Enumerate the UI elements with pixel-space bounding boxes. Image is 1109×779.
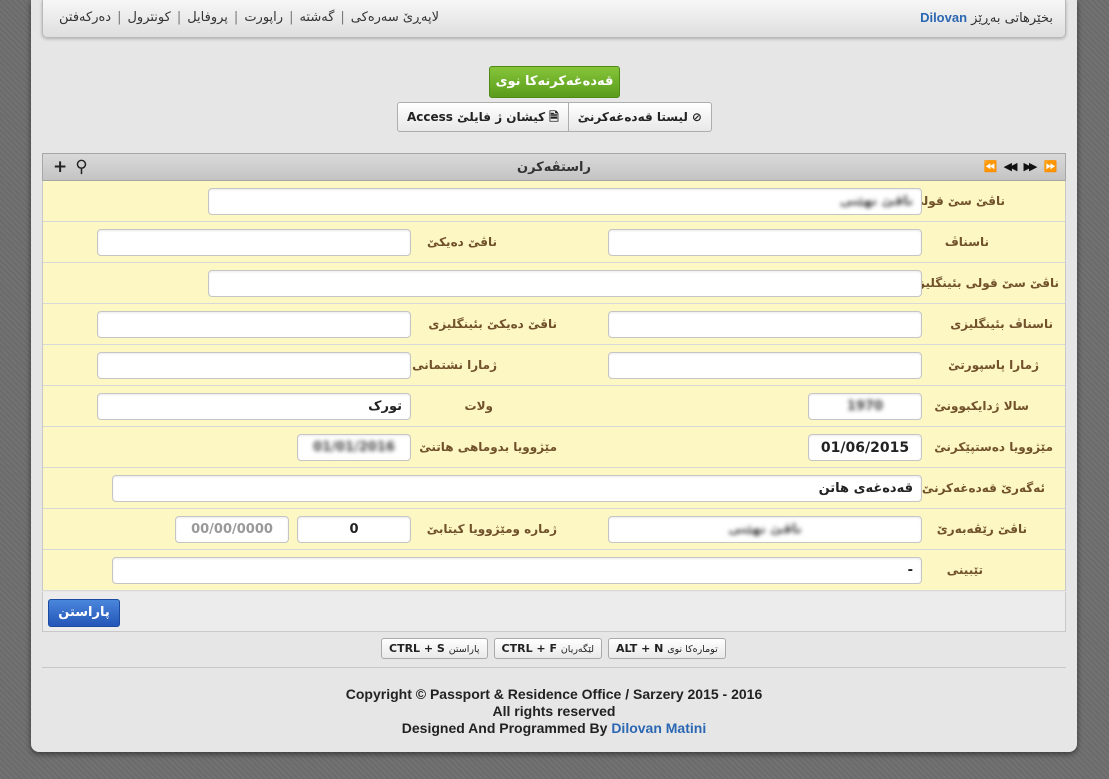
ban-list-label: لیستا قەدەغەکرنێ <box>577 110 688 124</box>
shortcut-list: تومارەکا نوی ALT + N لێگەریان CTRL + F پ… <box>381 638 726 659</box>
nickname-label: ناسناڤ <box>944 235 989 249</box>
nav-profile[interactable]: پروفایل <box>183 10 232 25</box>
shortcut-new: تومارەکا نوی ALT + N <box>608 638 726 659</box>
shortcut-desc: لێگەریان <box>560 644 595 655</box>
shortcut-keys: CTRL + S <box>389 642 445 655</box>
save-bar: پاراستن <box>42 592 1066 632</box>
full-name-label: ناڤێ سێ قولی <box>911 194 1005 208</box>
birth-year-label: سالا ژدایکبوونێ <box>934 399 1029 413</box>
nickname-input[interactable] <box>608 229 922 256</box>
form-title: راستڤەکرن <box>516 160 591 175</box>
form-row: ئەگەرێ قەدەغەکرنێ قەدەغەی هاتن <box>43 468 1065 509</box>
nav-home[interactable]: لاپەڕێ سەرەکی <box>347 10 443 25</box>
id-no-input[interactable] <box>97 352 411 379</box>
nav-separator: | <box>289 10 294 25</box>
edit-form-header: + ⚲ راستڤەکرن ⏪ ◀◀ ▶▶ ⏩ <box>42 153 1066 181</box>
passport-no-label: ژمارا پاسپورتێ <box>948 358 1039 372</box>
page-container: بخێرهاتی بەڕێز Dilovan لاپەڕێ سەرەکی | گ… <box>31 0 1077 752</box>
nickname-en-input[interactable] <box>608 311 922 338</box>
ban-list-button[interactable]: ⊘ لیستا قەدەغەکرنێ <box>567 103 711 131</box>
form-row: ژمارا پاسپورتێ ژمارا نشتمانی <box>43 345 1065 386</box>
full-name-en-input[interactable] <box>208 270 922 297</box>
shortcut-desc: تومارەکا نوی <box>667 644 718 655</box>
nav-travel[interactable]: گەشتە <box>295 10 338 25</box>
shortcut-save: پاراستن CTRL + S <box>381 638 488 659</box>
letter-label: ژمارە ومێژوویا کیتابێ <box>426 522 557 536</box>
ban-reason-label: ئەگەرێ قەدەغەکرنێ <box>921 481 1045 495</box>
shortcut-search: لێگەریان CTRL + F <box>493 638 603 659</box>
mother-name-label: ناڤێ دەیکێ <box>426 235 497 249</box>
letter-date-input[interactable]: 00/00/0000 <box>175 516 289 543</box>
next-icon[interactable]: ▶▶ <box>1021 160 1038 173</box>
nav-control[interactable]: کونترول <box>123 10 174 25</box>
edit-form: ناڤێ سێ قولی ناڤێ نهێنی ناسناڤ ناڤێ دەیک… <box>42 181 1066 591</box>
import-access-button[interactable]: 🗎 کیشان ژ فایلێ Access <box>398 103 568 131</box>
save-button[interactable]: پاراستن <box>48 599 120 627</box>
mother-name-input[interactable] <box>97 229 411 256</box>
notes-label: تێبینی <box>946 563 983 577</box>
sender-input[interactable]: ناڤێ نهێنی <box>608 516 922 543</box>
form-row: ناسناڤ بئینگلیزی ناڤێ دەیکێ بئینگلیزی <box>43 304 1065 345</box>
user-name[interactable]: Dilovan <box>920 10 967 25</box>
credits-text: Designed And Programmed By Dilovan Matin… <box>31 720 1077 737</box>
keyboard-shortcuts: تومارەکا نوی ALT + N لێگەریان CTRL + F پ… <box>42 632 1066 668</box>
birth-year-value: 1970 <box>846 399 884 414</box>
letter-number-input[interactable]: 0 <box>297 516 411 543</box>
form-row: مێژوویا دەستپێکرنێ 01/06/2015 مێژوویا بد… <box>43 427 1065 468</box>
passport-no-input[interactable] <box>608 352 922 379</box>
form-row: ناڤێ سێ قولی ناڤێ نهێنی <box>43 181 1065 222</box>
shortcut-keys: CTRL + F <box>501 642 557 655</box>
import-access-label: کیشان ژ فایلێ Access <box>407 110 546 124</box>
form-row: ناڤێ رێڤەبەرێ ناڤێ نهێنی ژمارە ومێژوویا … <box>43 509 1065 550</box>
birth-year-input[interactable]: 1970 <box>808 393 922 420</box>
form-row: ناڤێ سێ قولی بئینگلیزی <box>43 263 1065 304</box>
mother-name-en-input[interactable] <box>97 311 411 338</box>
form-row: سالا ژدایکبوونێ 1970 ولات تورک <box>43 386 1065 427</box>
shortcut-desc: پاراستن <box>448 644 480 655</box>
pager: ⏪ ◀◀ ▶▶ ⏩ <box>981 160 1058 173</box>
sender-value: ناڤێ نهێنی <box>728 522 802 537</box>
end-date-input[interactable]: 01/01/2016 <box>297 434 411 461</box>
first-icon[interactable]: ⏪ <box>981 160 998 173</box>
mother-name-en-label: ناڤێ دەیکێ بئینگلیزی <box>428 317 557 331</box>
country-label: ولات <box>464 399 493 413</box>
full-name-en-label: ناڤێ سێ قولی بئینگلیزی <box>907 276 1059 290</box>
file-icon: 🗎 <box>549 110 559 124</box>
nav-report[interactable]: راپورت <box>240 10 287 25</box>
nav-logout[interactable]: دەرکەفتن <box>55 10 115 25</box>
nav-separator: | <box>340 10 345 25</box>
full-name-input[interactable]: ناڤێ نهێنی <box>208 188 922 215</box>
nickname-en-label: ناسناڤ بئینگلیزی <box>950 317 1053 331</box>
form-row: ناسناڤ ناڤێ دەیکێ <box>43 222 1065 263</box>
nav-separator: | <box>233 10 239 25</box>
rights-text: All rights reserved <box>492 703 616 719</box>
nav-links: لاپەڕێ سەرەکی | گەشتە | راپورت | پروفایل… <box>55 10 443 25</box>
ban-reason-input[interactable]: قەدەغەی هاتن <box>112 475 922 502</box>
country-input[interactable]: تورک <box>97 393 411 420</box>
form-row: تێبینی - <box>43 550 1065 591</box>
start-date-input[interactable]: 01/06/2015 <box>808 434 922 461</box>
nav-separator: | <box>117 10 122 25</box>
welcome-text: بخێرهاتی بەڕێز Dilovan <box>920 10 1053 26</box>
action-button-group: 🗎 کیشان ژ فایلێ Access ⊘ لیستا قەدەغەکرن… <box>397 102 712 132</box>
last-icon[interactable]: ⏩ <box>1041 160 1058 173</box>
prev-icon[interactable]: ◀◀ <box>1001 160 1018 173</box>
welcome-label: بخێرهاتی بەڕێز <box>971 11 1053 26</box>
start-date-label: مێژوویا دەستپێکرنێ <box>934 440 1053 454</box>
copyright-text: Copyright © Passport & Residence Office … <box>345 686 763 702</box>
full-name-value: ناڤێ نهێنی <box>839 194 913 209</box>
author-link[interactable]: Dilovan Matini <box>611 720 706 736</box>
nav-separator: | <box>176 10 182 25</box>
id-no-label: ژمارا نشتمانی <box>412 358 497 372</box>
notes-input[interactable]: - <box>112 557 922 584</box>
credits-prefix: Designed And Programmed By <box>401 720 608 736</box>
shortcut-keys: ALT + N <box>616 642 664 655</box>
sender-label: ناڤێ رێڤەبەرێ <box>936 522 1027 536</box>
ban-icon: ⊘ <box>691 110 702 124</box>
footer: Copyright © Passport & Residence Office … <box>31 686 1077 737</box>
end-date-value: 01/01/2016 <box>313 440 395 455</box>
new-ban-button[interactable]: قەدەغەکرنەکا نوی <box>489 66 620 98</box>
top-navbar: بخێرهاتی بەڕێز Dilovan لاپەڕێ سەرەکی | گ… <box>42 0 1066 38</box>
end-date-label: مێژوویا بدوماهی هاتنێ <box>419 440 557 454</box>
